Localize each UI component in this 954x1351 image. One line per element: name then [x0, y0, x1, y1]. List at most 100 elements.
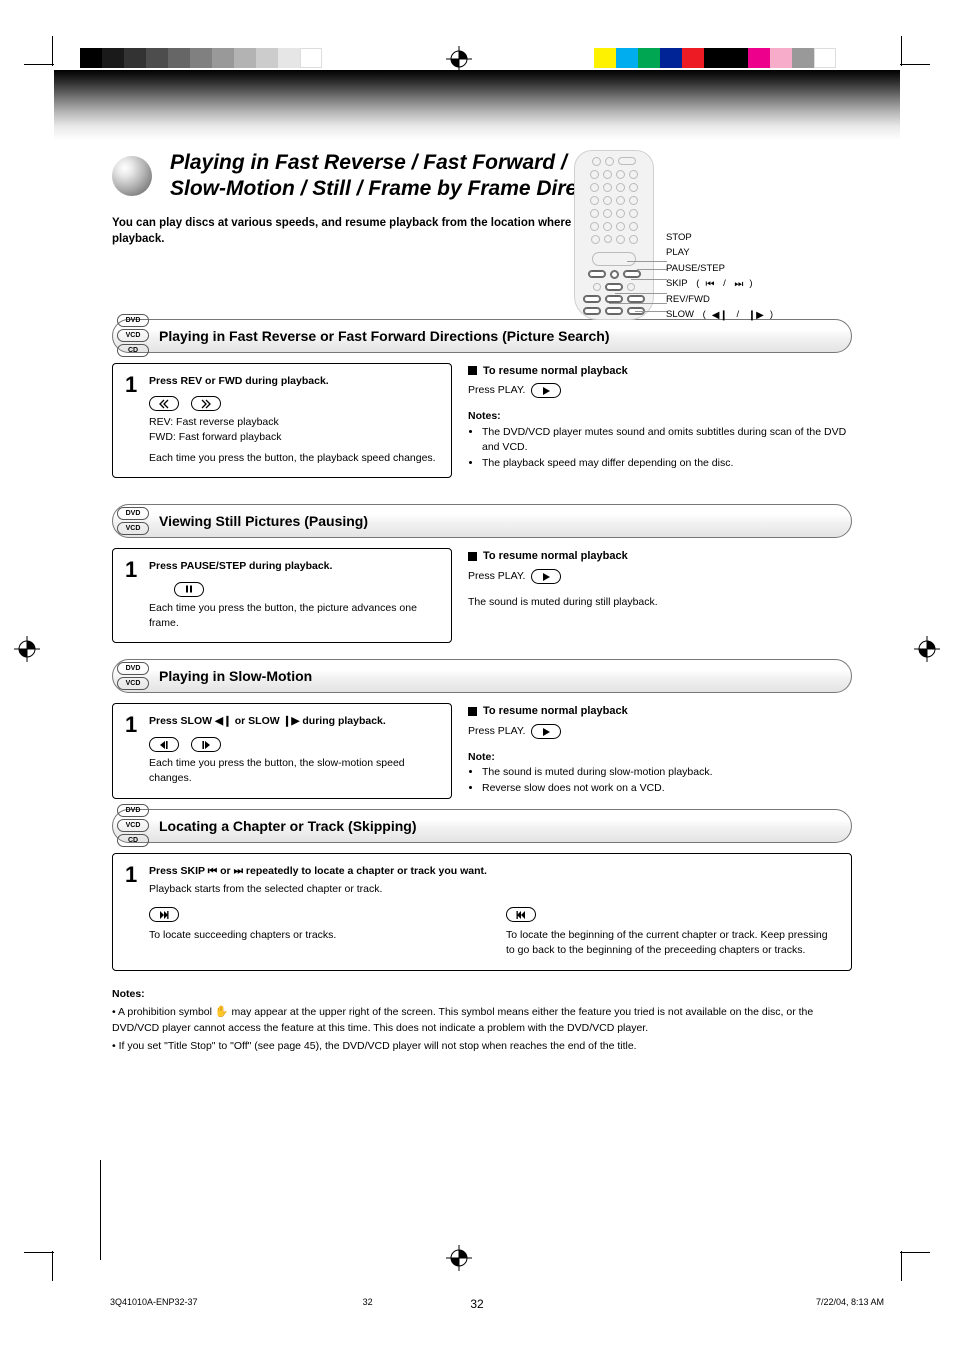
- slow-fwd-button-icon: [191, 737, 221, 752]
- section-title-fast: Playing in Fast Reverse or Fast Forward …: [159, 328, 609, 344]
- note-line: • A prohibition symbol ✋ may appear at t…: [112, 1005, 852, 1035]
- remote-legend: STOP PLAY PAUSE/STEP SKIP (⏮ / ⏭) REV/FW…: [666, 230, 926, 324]
- legend-revfwd: REV/FWD: [666, 293, 710, 307]
- crop-mark-icon: [100, 1160, 101, 1260]
- step-number: 1: [125, 714, 141, 736]
- play-button-icon: [531, 724, 561, 739]
- resume-text: Press PLAY.: [468, 569, 525, 585]
- step-text2: Each time you press the button, the play…: [149, 451, 436, 466]
- crop-mark-icon: [24, 1221, 84, 1281]
- section-title-slow: Playing in Slow-Motion: [159, 668, 312, 684]
- step-box-still: 1 Press PAUSE/STEP during playback. Each…: [112, 548, 452, 643]
- section-title-chapter: Locating a Chapter or Track (Skipping): [159, 818, 416, 834]
- registration-mark-icon: [14, 636, 40, 662]
- step-text2: Each time you press the button, the pict…: [149, 601, 439, 630]
- play-button-icon: [531, 383, 561, 398]
- step-number: 1: [125, 864, 141, 886]
- calibration-grayscale: [80, 48, 322, 68]
- stop-icon: [468, 707, 477, 716]
- section-bar-still: DVD VCD Viewing Still Pictures (Pausing): [112, 504, 852, 538]
- notes-head: Notes:: [468, 409, 852, 425]
- calibration-color: [594, 48, 836, 68]
- page-title-row: Playing in Fast Reverse / Fast Forward /…: [112, 150, 852, 203]
- resume-col-fast: To resume normal playback Press PLAY. No…: [468, 363, 852, 472]
- note-line: • If you set "Title Stop" to "Off" (see …: [112, 1039, 852, 1054]
- skip-prev-button-icon: [506, 907, 536, 922]
- legend-play: PLAY: [666, 246, 690, 260]
- skip-prev-icon: ⏮: [208, 864, 217, 879]
- notes-head: Notes:: [112, 987, 852, 1002]
- skip-prev-icon: ⏮: [705, 277, 714, 292]
- slow-rev-icon: ◀︎❙: [215, 714, 232, 729]
- disc-badge-vcd: VCD: [117, 329, 149, 342]
- intro-line1: You can play discs at various speeds, an…: [112, 217, 852, 229]
- legend-stop: STOP: [666, 231, 692, 245]
- note-item: Reverse slow does not work on a VCD.: [482, 781, 852, 797]
- note-item: The DVD/VCD player mutes sound and omits…: [482, 425, 852, 457]
- step-box-chapter: 1 Press SKIP ⏮ or ⏭ repeatedly to locate…: [112, 853, 852, 971]
- section-bar-slow: DVD VCD Playing in Slow-Motion: [112, 659, 852, 693]
- footer-date: 7/22/04, 8:13 AM: [816, 1297, 884, 1307]
- disc-badge-dvd: DVD: [117, 507, 149, 520]
- section-title-still: Viewing Still Pictures (Pausing): [159, 513, 368, 529]
- slow-rev-button-icon: [149, 737, 179, 752]
- footer-notes: Notes: • A prohibition symbol ✋ may appe…: [112, 987, 852, 1054]
- locate-back-text: To locate the beginning of the current c…: [506, 928, 839, 957]
- disc-badge-vcd: VCD: [117, 819, 149, 832]
- remote-illustration: [574, 150, 654, 320]
- skip-next-icon: ⏭: [234, 864, 243, 879]
- step-text2: Each time you press the button, the slow…: [149, 756, 439, 785]
- slow-rev-icon: ◀︎❙: [712, 308, 728, 323]
- legend-slow: SLOW: [666, 308, 694, 322]
- stop-icon: [468, 552, 477, 561]
- disc-badge-vcd: VCD: [117, 677, 149, 690]
- step-number: 1: [125, 374, 141, 396]
- section-bar-chapter: DVD VCD CD Locating a Chapter or Track (…: [112, 809, 852, 843]
- resume-col-slow: To resume normal playback Press PLAY. No…: [468, 703, 852, 797]
- resume-text: Press PLAY.: [468, 724, 525, 740]
- step-number: 1: [125, 559, 141, 581]
- play-button-icon: [531, 569, 561, 584]
- note-item: The playback speed may differ depending …: [482, 456, 852, 472]
- step-text: Press SKIP ⏮ or ⏭ repeatedly to locate a…: [149, 864, 839, 879]
- fwd-button-icon: [191, 396, 221, 411]
- locate-fwd-text: To locate succeeding chapters or tracks.: [149, 928, 482, 943]
- resume-head: To resume normal playback: [483, 363, 628, 380]
- step-box-fast: 1 Press REV or FWD during playback. REV:…: [112, 363, 452, 479]
- prohibition-hand-icon: ✋: [215, 1006, 229, 1018]
- registration-mark-icon: [914, 636, 940, 662]
- disc-badge-vcd: VCD: [117, 522, 149, 535]
- step-text: Press REV or FWD during playback.: [149, 374, 436, 389]
- disc-badge-dvd: DVD: [117, 314, 149, 327]
- resume-head: To resume normal playback: [483, 703, 628, 720]
- sphere-bullet-icon: [112, 156, 152, 196]
- disc-badge-cd: CD: [117, 834, 149, 847]
- note-item: The sound is muted during slow-motion pl…: [482, 765, 852, 781]
- registration-mark-icon: [446, 46, 472, 72]
- page-number: 32: [470, 1297, 483, 1311]
- disc-badge-dvd: DVD: [117, 662, 149, 675]
- page-content: STOP PLAY PAUSE/STEP SKIP (⏮ / ⏭) REV/FW…: [112, 140, 852, 1054]
- step-text: Press SLOW ◀︎❙ or SLOW ❙▶︎ during playba…: [149, 714, 439, 729]
- skip-next-button-icon: [149, 907, 179, 922]
- header-gradient-band: [54, 70, 900, 140]
- stop-icon: [468, 366, 477, 375]
- step-text2: Playback starts from the selected chapte…: [149, 882, 839, 897]
- disc-badge-dvd: DVD: [117, 804, 149, 817]
- slow-fwd-icon: ❙▶︎: [283, 714, 300, 729]
- slow-fwd-icon: ❙▶︎: [748, 308, 764, 323]
- skip-next-icon: ⏭: [734, 277, 743, 292]
- resume-text: Press PLAY.: [468, 383, 525, 399]
- rev-button-icon: [149, 396, 179, 411]
- legend-pause: PAUSE/STEP: [666, 262, 725, 276]
- step-caption: REV: Fast reverse playback FWD: Fast for…: [149, 415, 436, 444]
- registration-mark-icon: [446, 1245, 472, 1271]
- page-title: Playing in Fast Reverse / Fast Forward /…: [170, 150, 639, 203]
- step-box-slow: 1 Press SLOW ◀︎❙ or SLOW ❙▶︎ during play…: [112, 703, 452, 798]
- pause-button-icon: [174, 582, 204, 597]
- crop-mark-icon: [870, 1221, 930, 1281]
- notes-head: Note:: [468, 750, 852, 766]
- step-text: Press PAUSE/STEP during playback.: [149, 559, 439, 574]
- disc-badge-cd: CD: [117, 344, 149, 357]
- legend-skip: SKIP: [666, 277, 688, 291]
